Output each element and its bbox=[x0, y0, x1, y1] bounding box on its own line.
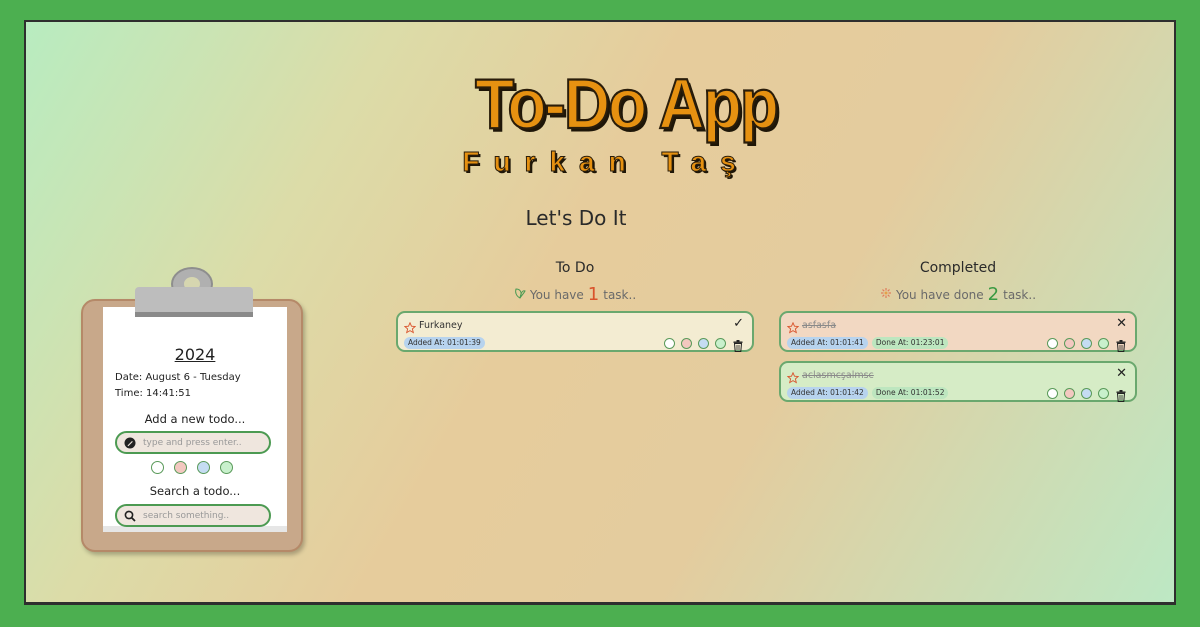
color-option-green[interactable] bbox=[1098, 338, 1109, 349]
clipboard-paper: 2024 Date: August 6 - Tuesday Time: 14:4… bbox=[103, 307, 287, 532]
added-at-badge: Added At: 01:01:39 bbox=[404, 337, 485, 349]
color-option-white[interactable] bbox=[151, 461, 164, 474]
clipboard-clip bbox=[135, 287, 253, 317]
color-option-green[interactable] bbox=[220, 461, 233, 474]
color-picker bbox=[151, 461, 233, 474]
add-todo-input[interactable] bbox=[143, 437, 263, 448]
app-frame: To-Do App Furkan Taş Let's Do It 2024 Da… bbox=[24, 20, 1176, 605]
todo-name: aclasmcşalmsc bbox=[802, 370, 874, 381]
todo-count-prefix: You have bbox=[529, 287, 584, 302]
star-icon[interactable] bbox=[786, 319, 800, 334]
added-at-badge: Added At: 01:01:41 bbox=[787, 337, 868, 349]
color-option-blue[interactable] bbox=[1081, 338, 1092, 349]
star-icon[interactable] bbox=[403, 319, 417, 334]
todo-count: You have 1 task.. bbox=[396, 284, 754, 305]
completed-count-number: 2 bbox=[987, 284, 1000, 305]
search-icon bbox=[123, 509, 137, 523]
color-option-blue[interactable] bbox=[1081, 388, 1092, 399]
search-input[interactable] bbox=[143, 510, 263, 521]
color-option-green[interactable] bbox=[1098, 388, 1109, 399]
time-label: Time: 14:41:51 bbox=[115, 388, 191, 399]
add-todo-label: Add a new todo... bbox=[144, 412, 246, 426]
completed-card[interactable]: asfasfa ✕ Added At: 01:01:41 Done At: 01… bbox=[779, 311, 1137, 352]
color-option-white[interactable] bbox=[1047, 338, 1058, 349]
done-at-badge: Done At: 01:01:52 bbox=[871, 387, 949, 399]
app-title: To-Do App bbox=[474, 64, 780, 144]
search-field[interactable] bbox=[115, 504, 271, 527]
leaf-icon bbox=[514, 287, 526, 302]
check-icon[interactable]: ✓ bbox=[733, 316, 744, 331]
todo-card[interactable]: Furkaney ✓ Added At: 01:01:39 bbox=[396, 311, 754, 352]
completed-count-suffix: task.. bbox=[1003, 287, 1037, 302]
color-option-red[interactable] bbox=[1064, 388, 1075, 399]
trash-icon[interactable] bbox=[1116, 337, 1126, 352]
trash-icon[interactable] bbox=[733, 337, 743, 352]
color-option-red[interactable] bbox=[681, 338, 692, 349]
color-option-white[interactable] bbox=[664, 338, 675, 349]
todo-column-title: To Do bbox=[555, 260, 595, 276]
color-option-red[interactable] bbox=[1064, 338, 1075, 349]
completed-count-prefix: You have done bbox=[895, 287, 984, 302]
flower-icon bbox=[880, 287, 892, 302]
color-option-green[interactable] bbox=[715, 338, 726, 349]
todo-count-suffix: task.. bbox=[603, 287, 637, 302]
done-at-badge: Done At: 01:23:01 bbox=[871, 337, 949, 349]
completed-card[interactable]: aclasmcşalmsc ✕ Added At: 01:01:42 Done … bbox=[779, 361, 1137, 402]
todo-name: Furkaney bbox=[419, 320, 463, 331]
added-at-badge: Added At: 01:01:42 bbox=[787, 387, 868, 399]
pen-icon bbox=[123, 436, 137, 450]
app-subtitle: Furkan Taş bbox=[462, 146, 750, 178]
date-label: Date: August 6 - Tuesday bbox=[115, 372, 241, 383]
year-label: 2024 bbox=[174, 345, 216, 364]
color-option-white[interactable] bbox=[1047, 388, 1058, 399]
trash-icon[interactable] bbox=[1116, 387, 1126, 402]
search-todo-label: Search a todo... bbox=[149, 484, 241, 498]
close-icon[interactable]: ✕ bbox=[1116, 316, 1127, 331]
clipboard-panel: 2024 Date: August 6 - Tuesday Time: 14:4… bbox=[81, 267, 303, 552]
todo-name: asfasfa bbox=[802, 320, 837, 331]
page-heading: Let's Do It bbox=[525, 206, 627, 230]
todo-count-number: 1 bbox=[587, 284, 600, 305]
add-todo-field[interactable] bbox=[115, 431, 271, 454]
completed-column-title: Completed bbox=[919, 260, 997, 276]
color-option-red[interactable] bbox=[174, 461, 187, 474]
completed-count: You have done 2 task.. bbox=[779, 284, 1137, 305]
close-icon[interactable]: ✕ bbox=[1116, 366, 1127, 381]
color-option-blue[interactable] bbox=[698, 338, 709, 349]
star-icon[interactable] bbox=[786, 369, 800, 384]
color-option-blue[interactable] bbox=[197, 461, 210, 474]
